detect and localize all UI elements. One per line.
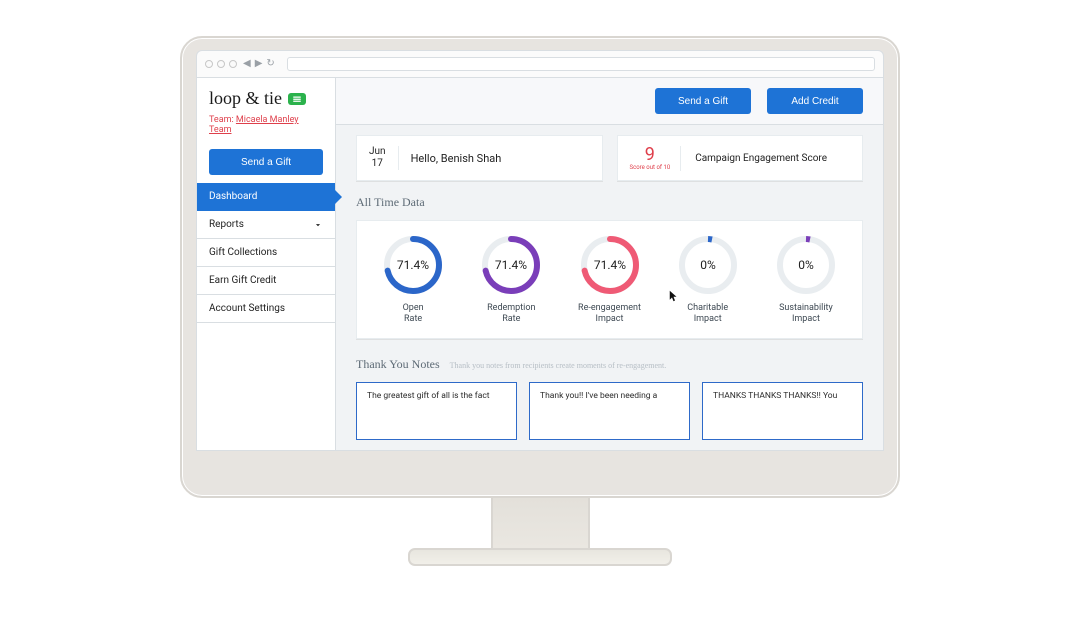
donut-chart: 71.4% bbox=[479, 233, 543, 297]
stat-re-engagement-impact: 71.4% Re-engagementImpact bbox=[565, 233, 653, 326]
stat-open-rate: 71.4% OpenRate bbox=[369, 233, 457, 326]
svg-text:71.4%: 71.4% bbox=[495, 258, 527, 272]
stat-sustainability-impact: 0% SustainabilityImpact bbox=[762, 233, 850, 326]
team-line: Team: Micaela Manley Team bbox=[197, 115, 335, 143]
stat-label: SustainabilityImpact bbox=[779, 303, 833, 326]
score-col: 9 Score out of 10 bbox=[630, 146, 682, 171]
sidebar-item-gift-collections[interactable]: Gift Collections bbox=[197, 239, 335, 267]
thank-you-note[interactable]: THANKS THANKS THANKS!! You bbox=[702, 382, 863, 440]
nav-arrows: ◀ ▶ ↻ bbox=[243, 59, 275, 69]
stat-label: Re-engagementImpact bbox=[578, 303, 641, 326]
hello-card: Jun 17 Hello, Benish Shah bbox=[356, 135, 603, 181]
app-viewport: loop & tie Team: Micaela Manley Team Sen… bbox=[196, 78, 884, 451]
browser-chrome: ◀ ▶ ↻ bbox=[196, 50, 884, 78]
svg-text:0%: 0% bbox=[700, 258, 716, 272]
thank-you-note[interactable]: The greatest gift of all is the fact bbox=[356, 382, 517, 440]
content: Jun 17 Hello, Benish Shah 9 Score out of… bbox=[336, 125, 883, 450]
score-label: Campaign Engagement Score bbox=[695, 153, 827, 164]
back-icon[interactable]: ◀ bbox=[243, 59, 251, 69]
date-month: Jun bbox=[369, 146, 386, 158]
donut-chart: 71.4% bbox=[381, 233, 445, 297]
score-card: 9 Score out of 10 Campaign Engagement Sc… bbox=[617, 135, 864, 181]
score-value: 9 bbox=[645, 146, 655, 164]
thank-you-note[interactable]: Thank you!! I've been needing a bbox=[529, 382, 690, 440]
sidebar-send-gift-button[interactable]: Send a Gift bbox=[209, 149, 323, 175]
cursor-icon bbox=[669, 287, 678, 306]
sidebar-item-reports[interactable]: Reports bbox=[197, 211, 335, 239]
brand-tag-icon bbox=[288, 93, 306, 105]
score-scale: Score out of 10 bbox=[630, 164, 671, 171]
monitor-frame: ◀ ▶ ↻ loop & tie Team: Micaela Manley Te… bbox=[180, 36, 900, 566]
svg-text:71.4%: 71.4% bbox=[397, 258, 429, 272]
team-label: Team: bbox=[209, 115, 234, 125]
sidebar-item-label: Reports bbox=[209, 219, 244, 230]
summary-cards: Jun 17 Hello, Benish Shah 9 Score out of… bbox=[356, 135, 863, 181]
sidebar: loop & tie Team: Micaela Manley Team Sen… bbox=[197, 78, 336, 450]
monitor-base bbox=[408, 548, 672, 566]
sidebar-item-label: Account Settings bbox=[209, 303, 285, 314]
greeting-text: Hello, Benish Shah bbox=[411, 152, 502, 165]
send-gift-button[interactable]: Send a Gift bbox=[655, 88, 751, 114]
stats-card: 71.4% OpenRate 71.4% RedemptionRate 71.4… bbox=[356, 220, 863, 339]
close-dot[interactable] bbox=[205, 60, 213, 68]
topbar: Send a Gift Add Credit bbox=[336, 78, 883, 125]
sidebar-item-label: Earn Gift Credit bbox=[209, 275, 276, 286]
window-controls[interactable] bbox=[205, 60, 237, 68]
sidebar-item-dashboard[interactable]: Dashboard bbox=[197, 183, 335, 211]
svg-text:71.4%: 71.4% bbox=[593, 258, 625, 272]
notes-header: Thank You Notes Thank you notes from rec… bbox=[356, 353, 863, 372]
section-notes-title: Thank You Notes bbox=[356, 357, 440, 372]
stat-label: OpenRate bbox=[403, 303, 424, 326]
section-notes-subtitle: Thank you notes from recipients create m… bbox=[450, 361, 667, 370]
sidebar-nav: Dashboard Reports Gift Collections Earn … bbox=[197, 183, 335, 323]
sidebar-item-earn-gift-credit[interactable]: Earn Gift Credit bbox=[197, 267, 335, 295]
stat-label: RedemptionRate bbox=[487, 303, 535, 326]
sidebar-item-label: Dashboard bbox=[209, 191, 257, 202]
svg-text:0%: 0% bbox=[798, 258, 814, 272]
donut-chart: 71.4% bbox=[578, 233, 642, 297]
brand: loop & tie bbox=[197, 78, 335, 115]
sidebar-item-label: Gift Collections bbox=[209, 247, 277, 258]
monitor-bezel: ◀ ▶ ↻ loop & tie Team: Micaela Manley Te… bbox=[180, 36, 900, 498]
main: Send a Gift Add Credit Jun 17 Hello, Ben… bbox=[336, 78, 883, 450]
min-dot[interactable] bbox=[217, 60, 225, 68]
stat-redemption-rate: 71.4% RedemptionRate bbox=[467, 233, 555, 326]
url-bar[interactable] bbox=[287, 57, 875, 71]
section-all-time-title: All Time Data bbox=[356, 195, 863, 210]
monitor-stand bbox=[491, 498, 590, 548]
reload-icon[interactable]: ↻ bbox=[266, 59, 274, 69]
chevron-down-icon bbox=[313, 220, 323, 230]
donut-chart: 0% bbox=[676, 233, 740, 297]
date-block: Jun 17 bbox=[369, 146, 399, 170]
stat-label: CharitableImpact bbox=[687, 303, 728, 326]
brand-name: loop & tie bbox=[209, 88, 282, 109]
sidebar-item-account-settings[interactable]: Account Settings bbox=[197, 295, 335, 323]
max-dot[interactable] bbox=[229, 60, 237, 68]
notes-row: The greatest gift of all is the fact Tha… bbox=[356, 382, 863, 440]
date-day: 17 bbox=[369, 158, 386, 170]
add-credit-button[interactable]: Add Credit bbox=[767, 88, 863, 114]
stat-charitable-impact: 0% CharitableImpact bbox=[664, 233, 752, 326]
forward-icon[interactable]: ▶ bbox=[255, 59, 263, 69]
donut-chart: 0% bbox=[774, 233, 838, 297]
